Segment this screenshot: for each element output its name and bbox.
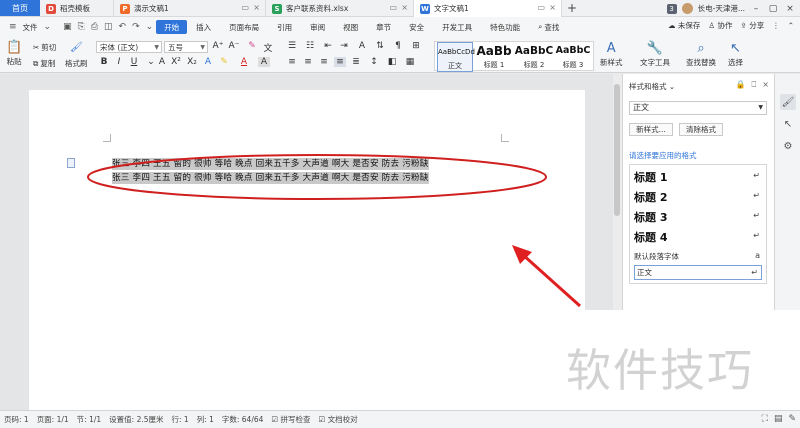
style-name: 默认段落字体	[634, 252, 679, 261]
current-style-select[interactable]: 正文 ▼	[629, 101, 767, 115]
menu-right: ☁ 未保存 ♙ 协作 ⇪ 分享 ⋮ ⌃	[668, 20, 794, 31]
find-replace-button[interactable]: ⌕ 查找替换	[686, 41, 716, 68]
minimize-icon[interactable]: –	[750, 4, 762, 14]
lock-icon[interactable]: 🔒	[736, 80, 746, 90]
share-icon: ⇪	[740, 21, 747, 30]
cursor-icon: ↖	[730, 41, 741, 56]
settings-sliders-icon[interactable]: ⚙	[780, 138, 796, 154]
side-toolbar: 🖌 ↖ ⚙	[774, 74, 800, 310]
pane-title: 样式和格式 ⌄	[629, 82, 676, 91]
paragraph-mark-icon: ↵	[753, 171, 760, 180]
window-count-badge[interactable]: 3	[666, 3, 677, 14]
apply-style-label: 请选择要应用的格式	[629, 151, 697, 160]
fullscreen-icon[interactable]: ⛶	[762, 414, 768, 424]
style-name: 标题 1	[634, 171, 668, 184]
share-label: 分享	[749, 21, 765, 30]
title-right-area: 3 长电-天津港... – ▢ ×	[666, 0, 800, 17]
find-replace-label: 查找替换	[686, 58, 716, 67]
watermark: 软件技巧	[566, 344, 755, 397]
collab-button[interactable]: ♙ 协作	[708, 20, 732, 31]
collab-label: 协作	[717, 21, 733, 30]
user-name[interactable]: 长电-天津港...	[698, 3, 745, 14]
paragraph-mark-icon: ↵	[753, 191, 760, 200]
text-tools-label: 文字工具	[640, 58, 670, 67]
paragraph-mark-icon: ↵	[753, 231, 760, 240]
style-list-item[interactable]: 标题 2 ↵	[634, 189, 764, 205]
styles-pane: 样式和格式 ⌄ 🔒 ⎕ × 正文 ▼ 新样式... 清除格式 请选择要应用的格式 …	[622, 74, 774, 310]
style-name: 正文	[637, 268, 652, 277]
maximize-icon[interactable]: ▢	[767, 4, 779, 14]
proofread-button[interactable]: ☑ 文档校对	[315, 414, 362, 425]
current-style-value: 正文	[633, 103, 649, 112]
status-bar: 页码: 1 页面: 1/1 节: 1/1 设置值: 2.5厘米 行: 1 列: …	[0, 410, 800, 428]
text-tools-button[interactable]: 🔧 文字工具	[640, 41, 670, 68]
annotation-ellipse	[87, 154, 547, 200]
avatar[interactable]	[681, 3, 693, 14]
annotation-overlay	[87, 154, 582, 308]
select-label: 选择	[728, 58, 743, 67]
clear-format-button[interactable]: 清除格式	[679, 123, 723, 136]
status-words[interactable]: 字数: 64/64	[218, 414, 268, 425]
chevron-up-icon[interactable]: ⌃	[788, 21, 794, 30]
style-name: 标题 4	[634, 231, 668, 244]
style-list-item[interactable]: 标题 3 ↵	[634, 209, 764, 225]
select-pointer-icon[interactable]: ↖	[780, 116, 796, 132]
status-setting[interactable]: 设置值: 2.5厘米	[105, 414, 167, 425]
spell-check-label: 拼写检查	[280, 415, 311, 424]
spell-check-button[interactable]: ☑ 拼写检查	[267, 414, 314, 425]
more-options-icon[interactable]: ⋮	[772, 21, 780, 30]
style-list-item-selected[interactable]: 正文 ↵	[634, 265, 762, 280]
status-section[interactable]: 节: 1/1	[73, 414, 105, 425]
user-icon: ♙	[708, 21, 716, 30]
status-page[interactable]: 页码: 1	[0, 414, 33, 425]
cloud-icon: ☁	[668, 21, 676, 30]
scrollbar-thumb[interactable]	[614, 84, 620, 216]
select-button[interactable]: ↖ 选择	[728, 41, 743, 68]
style-list-item[interactable]: 标题 4 ↵	[634, 229, 764, 245]
pane-controls: 🔒 ⎕ ×	[736, 80, 769, 90]
paragraph-mark-icon: ↵	[751, 268, 758, 277]
new-style-pane-button[interactable]: 新样式...	[629, 123, 673, 136]
magnifier-icon: ⌕	[697, 41, 705, 56]
edit-icon[interactable]: ✎	[788, 414, 796, 424]
status-right: ⛶ ▤ ✎	[762, 414, 796, 424]
close-icon[interactable]: ×	[762, 80, 769, 90]
share-button[interactable]: ⇪ 分享	[741, 20, 765, 31]
status-row[interactable]: 行: 1	[168, 414, 193, 425]
status-col[interactable]: 列: 1	[193, 414, 218, 425]
style-brush-icon[interactable]: 🖌	[780, 94, 796, 110]
pin-icon[interactable]: ⎕	[751, 80, 756, 90]
style-list-item[interactable]: 标题 1 ↵	[634, 169, 764, 185]
focus-mode-icon[interactable]: ▤	[774, 414, 783, 424]
annotation-arrow-shaft	[520, 252, 582, 308]
chevron-down-icon: ▼	[758, 104, 763, 111]
close-window-icon[interactable]: ×	[784, 4, 796, 14]
status-pages[interactable]: 页面: 1/1	[33, 414, 73, 425]
style-list: 标题 1 ↵ 标题 2 ↵ 标题 3 ↵ 标题 4 ↵ 默认段落字体 a 正文 ↵	[629, 164, 767, 284]
spell-check-icon: ☑	[271, 415, 279, 424]
proofread-icon: ☑	[318, 415, 326, 424]
unsaved-label: 未保存	[677, 21, 701, 30]
style-name: 标题 2	[634, 191, 668, 204]
unsaved-status[interactable]: ☁ 未保存	[668, 20, 700, 31]
proofread-label: 文档校对	[327, 415, 358, 424]
style-name: 标题 3	[634, 211, 668, 224]
style-list-item[interactable]: 默认段落字体 a	[634, 251, 764, 262]
wrench-icon: 🔧	[646, 41, 664, 56]
char-style-icon: a	[755, 251, 760, 260]
pane-title-text: 样式和格式	[629, 82, 667, 91]
paragraph-mark-icon: ↵	[753, 211, 760, 220]
